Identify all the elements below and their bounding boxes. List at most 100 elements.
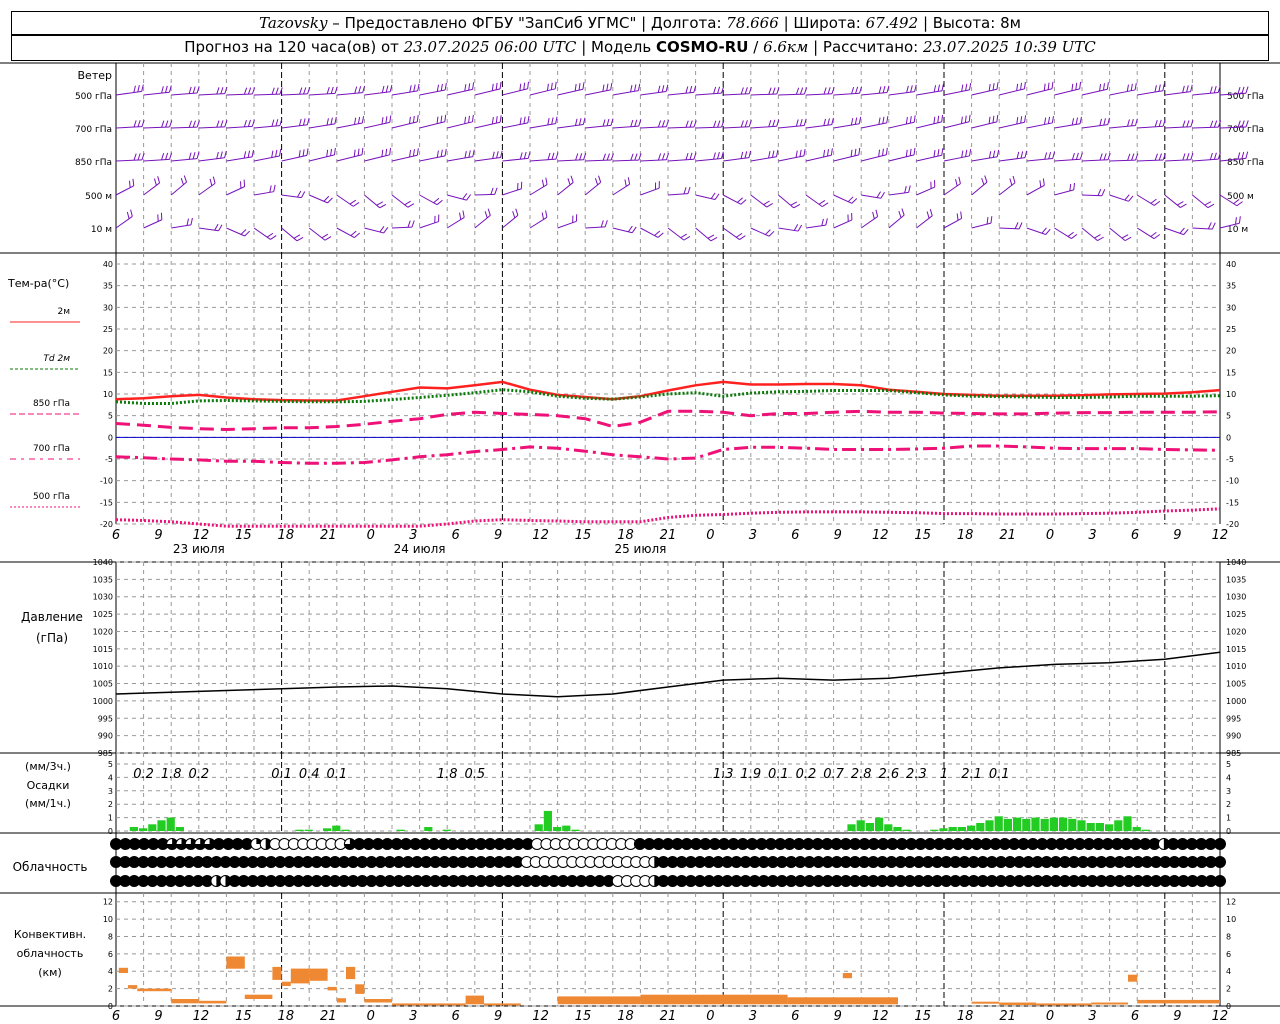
wind-barb-feather — [247, 87, 252, 95]
wind-barb — [888, 84, 917, 96]
wind-barb — [391, 220, 415, 229]
wind-barb-shaft — [1081, 227, 1098, 241]
wind-barb-feather — [361, 147, 364, 155]
precip-bar — [175, 827, 184, 831]
precip-total-label: 0.7 — [823, 767, 844, 782]
wind-barb-feather — [1079, 152, 1083, 160]
wind-barb-feather — [1213, 86, 1217, 94]
wind-barb-feather — [1067, 231, 1074, 237]
wind-barb-feather — [275, 149, 278, 157]
wind-barb — [1054, 182, 1076, 196]
wind-barb-feather — [527, 81, 530, 89]
precip-bar — [304, 829, 313, 831]
x-tick-label: 6 — [791, 528, 799, 543]
wind-barb — [943, 176, 961, 196]
wind-barb — [640, 119, 670, 129]
wind-barb — [419, 194, 443, 206]
wind-barb — [750, 87, 780, 96]
wind-barb-feather — [1130, 83, 1133, 91]
cloud-circle — [1214, 856, 1226, 868]
wind-barb — [1192, 194, 1215, 209]
wind-barb-feather — [1099, 118, 1103, 126]
wind-barb-feather — [409, 116, 411, 124]
wind-barb-feather — [1150, 231, 1157, 237]
x-tick-label: 18 — [957, 528, 974, 543]
wind-barb-feather — [512, 211, 516, 219]
wind-barb-feather — [444, 114, 447, 122]
wind-barb-feather — [1121, 234, 1129, 239]
wind-barb-feather — [353, 117, 357, 125]
wind-barb-feather — [385, 116, 388, 124]
wind-barb-feather — [293, 234, 301, 239]
wind-level-label-right: 10 м — [1227, 225, 1248, 235]
wind-barb-feather — [851, 86, 855, 94]
wind-barb — [916, 83, 944, 96]
wind-barb-feather — [1209, 120, 1214, 128]
wind-barb — [971, 149, 1000, 162]
x-tick-label: 3 — [409, 528, 417, 543]
wind-barb-feather — [1204, 201, 1212, 206]
wind-barb-feather — [1045, 228, 1051, 235]
wind-barb-feather — [196, 151, 200, 159]
conv-cloud-bar — [557, 996, 641, 1005]
wind-barb-feather — [383, 226, 389, 234]
wind-barb-feather — [600, 220, 604, 228]
conv-cloud-bar — [281, 981, 291, 986]
wind-barb — [447, 193, 472, 201]
y-tick-label-right: 0 — [1226, 433, 1231, 442]
precip-bar — [1095, 823, 1104, 831]
wind-barb — [502, 208, 519, 229]
wind-barb-shaft — [1081, 194, 1103, 197]
precip-bar — [1022, 818, 1031, 831]
wind-barb-feather — [1101, 189, 1106, 196]
wind-title: Ветер — [78, 69, 112, 82]
wind-barb-feather — [713, 120, 717, 128]
wind-barb-feather — [878, 117, 881, 125]
wind-barb-feather — [1044, 152, 1048, 160]
wind-barb-feather — [717, 120, 721, 128]
wind-barb — [1054, 227, 1078, 239]
wind-barb-shaft — [1026, 227, 1046, 235]
wind-barb-feather — [273, 184, 276, 192]
wind-barb — [640, 152, 670, 162]
wind-barb-feather — [192, 86, 196, 94]
wind-barb — [1109, 82, 1137, 96]
wind-barb-feather — [996, 149, 1000, 157]
pressure-unit: (гПа) — [36, 631, 68, 645]
wind-panel: Ветер500 гПа 500 гПа700 гПа 700 гПа850 гПа… — [75, 63, 1264, 253]
wind-barb-feather — [634, 119, 638, 127]
wind-barb-feather — [739, 235, 746, 240]
wind-barb-feather — [772, 119, 776, 127]
wind-barb-shaft — [336, 227, 355, 239]
y-tick-label-right: 995 — [1226, 714, 1241, 723]
conv-cloud-bar — [272, 966, 282, 980]
y-tick-label-right: 4 — [1226, 773, 1231, 782]
precip-total-label: 2.1 — [961, 767, 982, 782]
wind-barb-shaft — [1054, 189, 1074, 196]
wind-barb — [474, 150, 503, 162]
wind-barb-feather — [630, 119, 634, 127]
wind-barb-feather — [224, 120, 228, 128]
conv-title-line: облачность — [17, 947, 84, 960]
precip-total-label: 0.2 — [796, 767, 817, 782]
wind-barb-feather — [186, 218, 189, 226]
wind-barb-shaft — [778, 194, 795, 209]
y-tick-label-left: 35 — [103, 282, 113, 291]
wind-barb-shaft — [446, 217, 465, 229]
precip-bar — [129, 827, 138, 831]
wind-barb-feather — [1186, 153, 1190, 161]
pressure-title: Давление — [21, 610, 83, 624]
wind-barb-feather — [132, 178, 135, 186]
wind-barb-shaft — [584, 181, 601, 196]
wind-barb — [1136, 194, 1161, 206]
wind-barb-shaft — [198, 182, 216, 196]
precip-bar — [1031, 817, 1040, 831]
precip-bar — [396, 829, 405, 831]
precip-bar — [157, 820, 166, 831]
x-tick-label: 21 — [660, 528, 677, 543]
wind-barb-feather — [137, 153, 141, 161]
y-tick-label-left: 1040 — [93, 558, 113, 567]
wind-barb-shaft — [998, 182, 1016, 196]
x-tick-label-bottom: 15 — [575, 1009, 592, 1024]
x-tick-label-bottom: 0 — [367, 1009, 375, 1024]
